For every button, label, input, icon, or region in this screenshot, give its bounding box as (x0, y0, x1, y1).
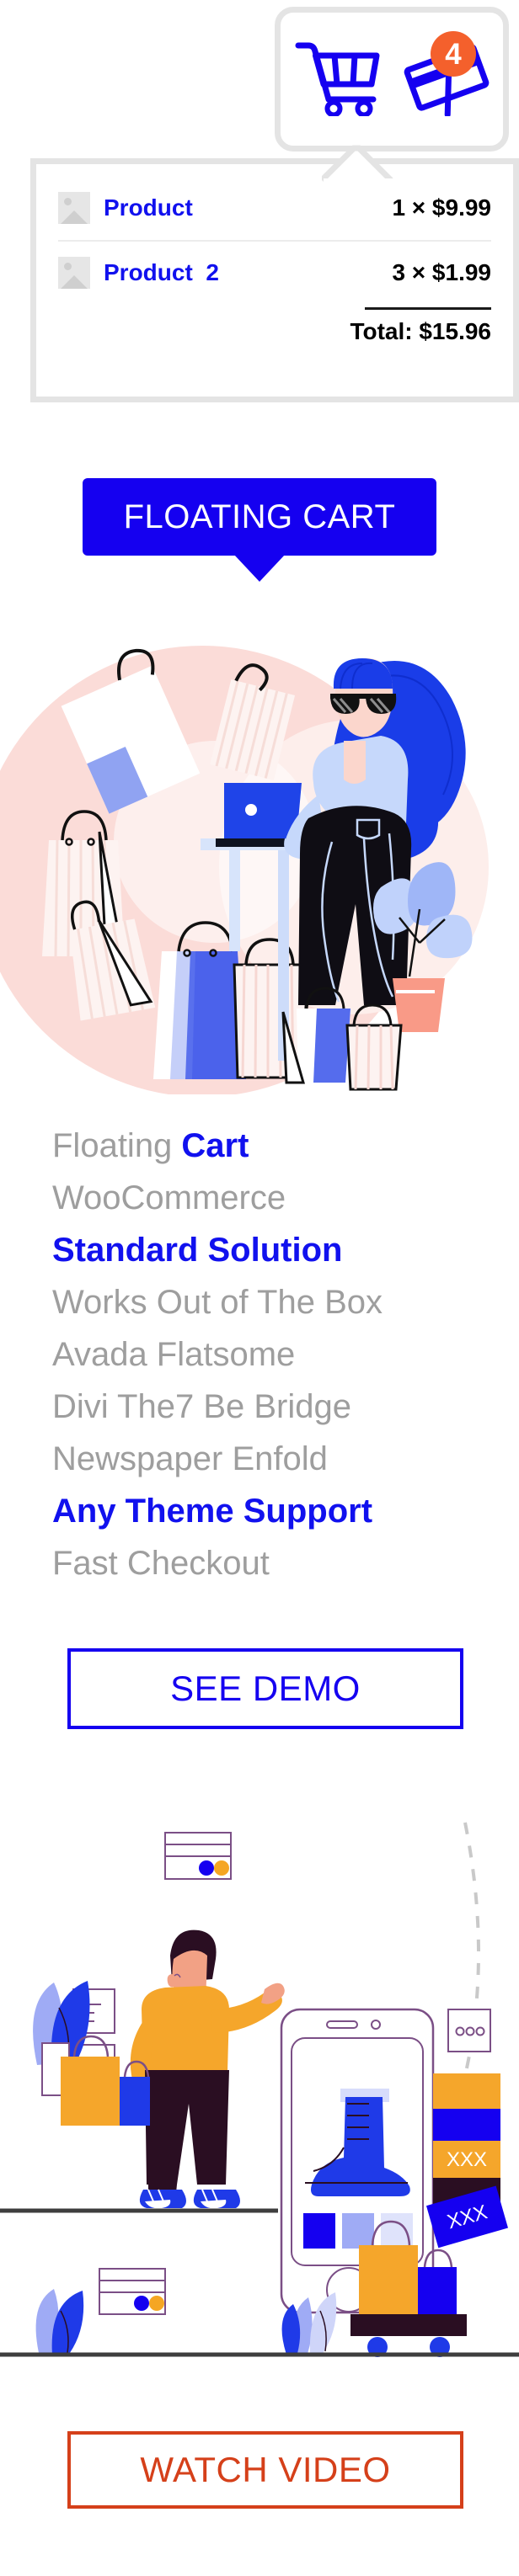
feature-line: Standard Solution (0, 1224, 519, 1276)
feature-text-highlight: Cart (181, 1127, 249, 1164)
cart-item-name[interactable]: Product (104, 194, 193, 221)
see-demo-button[interactable]: SEE DEMO (67, 1648, 463, 1729)
cart-contents-panel: Product 1 × $9.99 Product 2 3 × $1.99 To… (30, 158, 519, 402)
feature-text: WooCommerce (52, 1179, 286, 1216)
image-placeholder-icon (58, 257, 90, 289)
feature-text: Floating (52, 1127, 182, 1164)
watch-video-label: WATCH VIDEO (140, 2450, 391, 2489)
feature-list: Floating Cart WooCommerce Standard Solut… (0, 1120, 519, 1589)
cart-item-count-badge: 4 (431, 31, 476, 77)
cart-items-list: Product 1 × $9.99 Product 2 3 × $1.99 To… (58, 176, 491, 345)
floating-cart-widget: 4 Product 1 × $9.99 Product 2 3 × $1.99 … (0, 0, 519, 446)
banner-pointer (234, 555, 285, 582)
feature-line: Newspaper Enfold (0, 1433, 519, 1485)
cart-total-divider (365, 307, 491, 310)
feature-line: Any Theme Support (0, 1485, 519, 1537)
floating-cart-banner: FLOATING CART (0, 478, 519, 582)
feature-text-highlight: Any Theme Support (52, 1493, 373, 1530)
shopping-woman-illustration (0, 589, 519, 1097)
shopping-cart-icon[interactable] (293, 39, 384, 120)
cart-total-divider-wrap (58, 304, 491, 310)
image-placeholder-icon (58, 192, 90, 224)
cart-item-row[interactable]: Product 1 × $9.99 (58, 176, 491, 240)
feature-text-highlight: Standard Solution (52, 1232, 343, 1269)
see-demo-label: SEE DEMO (170, 1669, 361, 1708)
feature-line: Floating Cart (0, 1120, 519, 1172)
feature-line: Works Out of The Box (0, 1276, 519, 1328)
feature-line: Avada Flatsome (0, 1328, 519, 1381)
feature-text: Fast Checkout (52, 1545, 270, 1582)
watch-video-button[interactable]: WATCH VIDEO (67, 2431, 463, 2509)
feature-text: Divi The7 Be Bridge (52, 1388, 351, 1425)
svg-text:XXX: XXX (447, 2148, 487, 2171)
credit-card-graphic (164, 1832, 232, 1880)
cart-toggle-bubble[interactable]: 4 (275, 7, 509, 152)
cart-item-name[interactable]: Product 2 (104, 259, 219, 286)
banner-box: FLOATING CART (83, 478, 436, 556)
cart-item-row[interactable]: Product 2 3 × $1.99 (58, 240, 491, 304)
feature-line: Fast Checkout (0, 1537, 519, 1589)
cart-item-price: 1 × $9.99 (392, 194, 491, 221)
feature-text: Newspaper Enfold (52, 1440, 328, 1477)
banner-label: FLOATING CART (123, 498, 396, 535)
feature-text: Avada Flatsome (52, 1336, 296, 1373)
feature-line: WooCommerce (0, 1172, 519, 1224)
mobile-shopping-illustration: XXX XXX (0, 1764, 519, 2412)
cart-total-amount: Total: $15.96 (350, 318, 491, 344)
cart-item-price: 3 × $1.99 (392, 259, 491, 285)
cart-bubble-notch (322, 145, 394, 184)
feature-line: Divi The7 Be Bridge (0, 1381, 519, 1433)
cart-icons-row (281, 13, 503, 146)
feature-text: Works Out of The Box (52, 1284, 383, 1321)
